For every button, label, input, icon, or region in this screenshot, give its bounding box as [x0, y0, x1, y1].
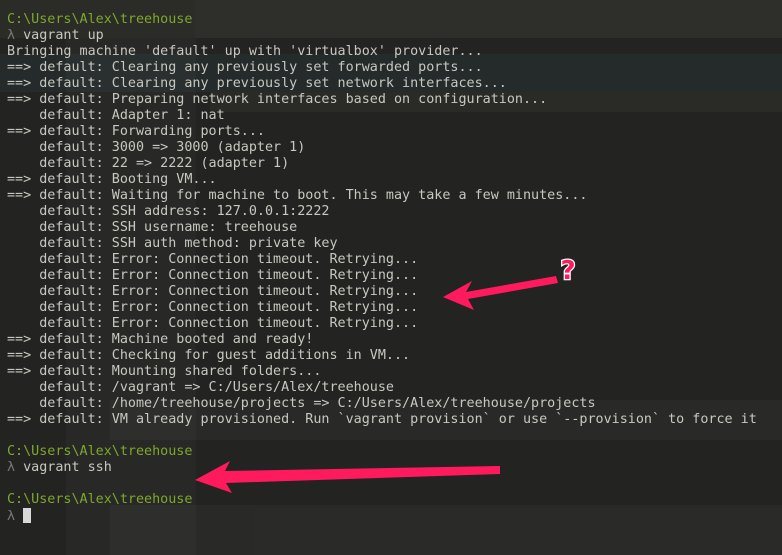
question-mark-icon: ? [560, 256, 575, 286]
annotation-layer: ? [195, 255, 577, 493]
arrow-pointing-retrying [443, 276, 558, 310]
arrow-pointing-vagrant-ssh [195, 461, 500, 493]
